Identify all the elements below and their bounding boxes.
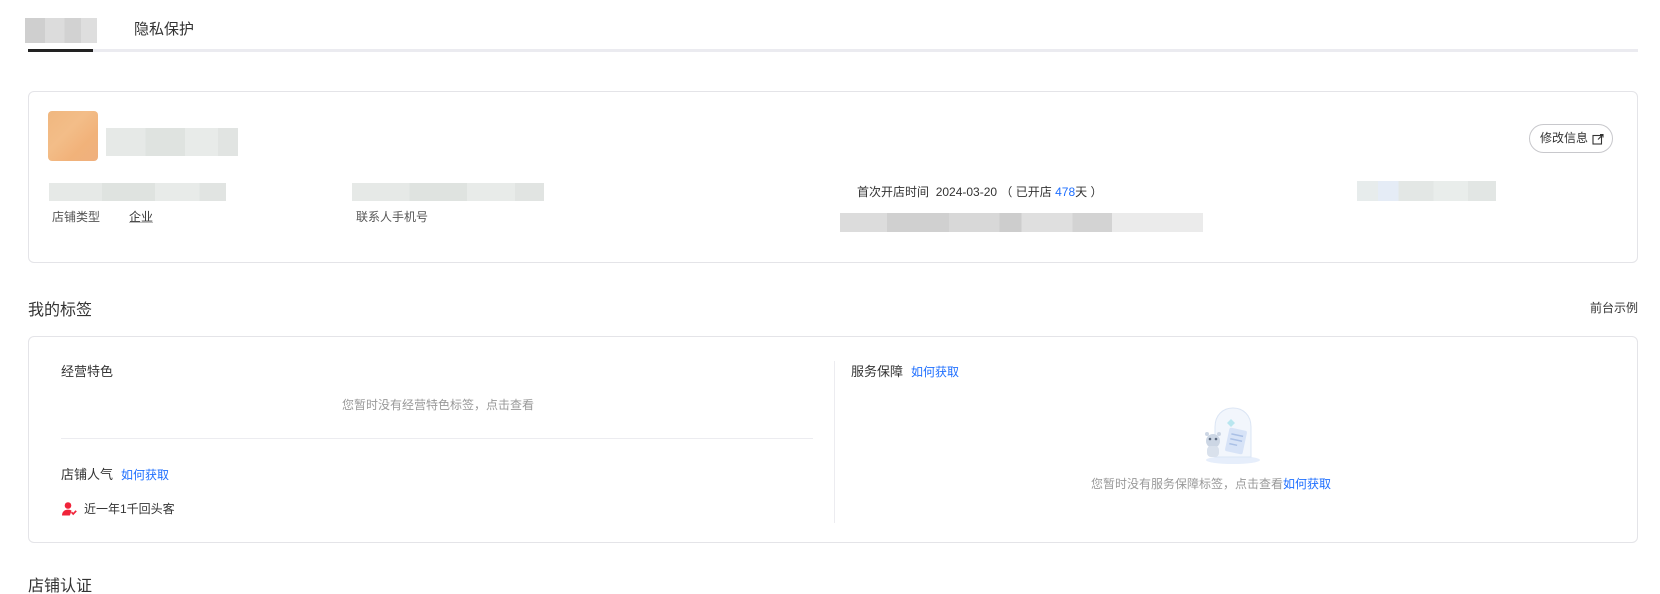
shop-field-redacted — [352, 183, 544, 201]
business-feature-title: 经营特色 — [61, 361, 113, 380]
open-date: 2024-03-20 — [935, 185, 998, 199]
shop-id-redacted — [49, 183, 226, 201]
open-time-label: 首次开店时间 — [857, 185, 930, 199]
popularity-how-link[interactable]: 如何获取 — [121, 468, 169, 482]
service-guarantee-title: 服务保障 如何获取 — [851, 361, 959, 380]
popularity-title: 店铺人气 如何获取 — [61, 464, 169, 483]
service-empty: 您暂时没有服务保障标签，点击查看如何获取 — [1091, 475, 1331, 492]
tab-shop-info-redacted[interactable] — [25, 18, 97, 43]
tab-underline — [28, 49, 1638, 52]
business-feature-label: 经营特色 — [61, 364, 114, 379]
contact-phone-redacted — [840, 213, 1203, 232]
open-prefix: （ 已开店 — [1000, 185, 1056, 199]
my-tags-title: 我的标签 — [28, 302, 93, 319]
service-empty-how-link[interactable]: 如何获取 — [1283, 477, 1331, 491]
popularity-item-label: 近一年1千回头客 — [84, 502, 175, 516]
empty-state-illustration — [1205, 407, 1260, 464]
popularity-label: 店铺人气 — [61, 467, 114, 482]
open-days-count: 478 — [1055, 185, 1076, 199]
external-edit-icon — [1592, 133, 1604, 145]
first-open-time: 首次开店时间 2024-03-20 （ 已开店 478天 ） — [857, 183, 1102, 200]
service-how-link[interactable]: 如何获取 — [911, 365, 959, 379]
tab-privacy[interactable]: 隐私保护 — [134, 18, 194, 42]
frontend-example-link[interactable]: 前台示例 — [1590, 299, 1638, 316]
contact-phone-label: 联系人手机号 — [356, 210, 429, 224]
shop-info-card: 修改信息 首次开店时间 2024-03-20 （ 已开店 478天 ） 店铺类型… — [28, 91, 1638, 263]
shop-avatar — [48, 111, 98, 161]
shop-name-redacted — [106, 128, 238, 156]
certification-title: 店铺认证 — [28, 578, 93, 594]
edit-info-label: 修改信息 — [1539, 131, 1588, 145]
tab-active-indicator — [28, 49, 93, 52]
shop-meta-redacted — [1357, 181, 1496, 201]
tab-bar: 隐私保护 — [25, 0, 1638, 54]
section-divider — [61, 438, 813, 439]
open-suffix: 天 ） — [1075, 185, 1103, 199]
service-empty-label: 您暂时没有服务保障标签，点击查看 — [1091, 477, 1284, 491]
business-feature-empty[interactable]: 您暂时没有经营特色标签，点击查看 — [342, 396, 534, 413]
shop-type-value: 企业 — [129, 210, 154, 224]
service-column: 服务保障 如何获取 您暂时没有服务保障标签，点击查看如何获取 — [835, 337, 1637, 542]
popularity-item: 近一年1千回头客 — [61, 500, 175, 517]
left-tags-column: 经营特色 您暂时没有经营特色标签，点击查看 店铺人气 如何获取 近一年1千回头客 — [29, 337, 835, 542]
service-guarantee-label: 服务保障 — [851, 364, 904, 379]
returning-customer-icon — [62, 501, 77, 515]
tags-card: 经营特色 您暂时没有经营特色标签，点击查看 店铺人气 如何获取 近一年1千回头客 … — [28, 336, 1638, 543]
edit-info-button[interactable]: 修改信息 — [1528, 124, 1613, 153]
shop-type-label: 店铺类型 — [52, 210, 101, 224]
